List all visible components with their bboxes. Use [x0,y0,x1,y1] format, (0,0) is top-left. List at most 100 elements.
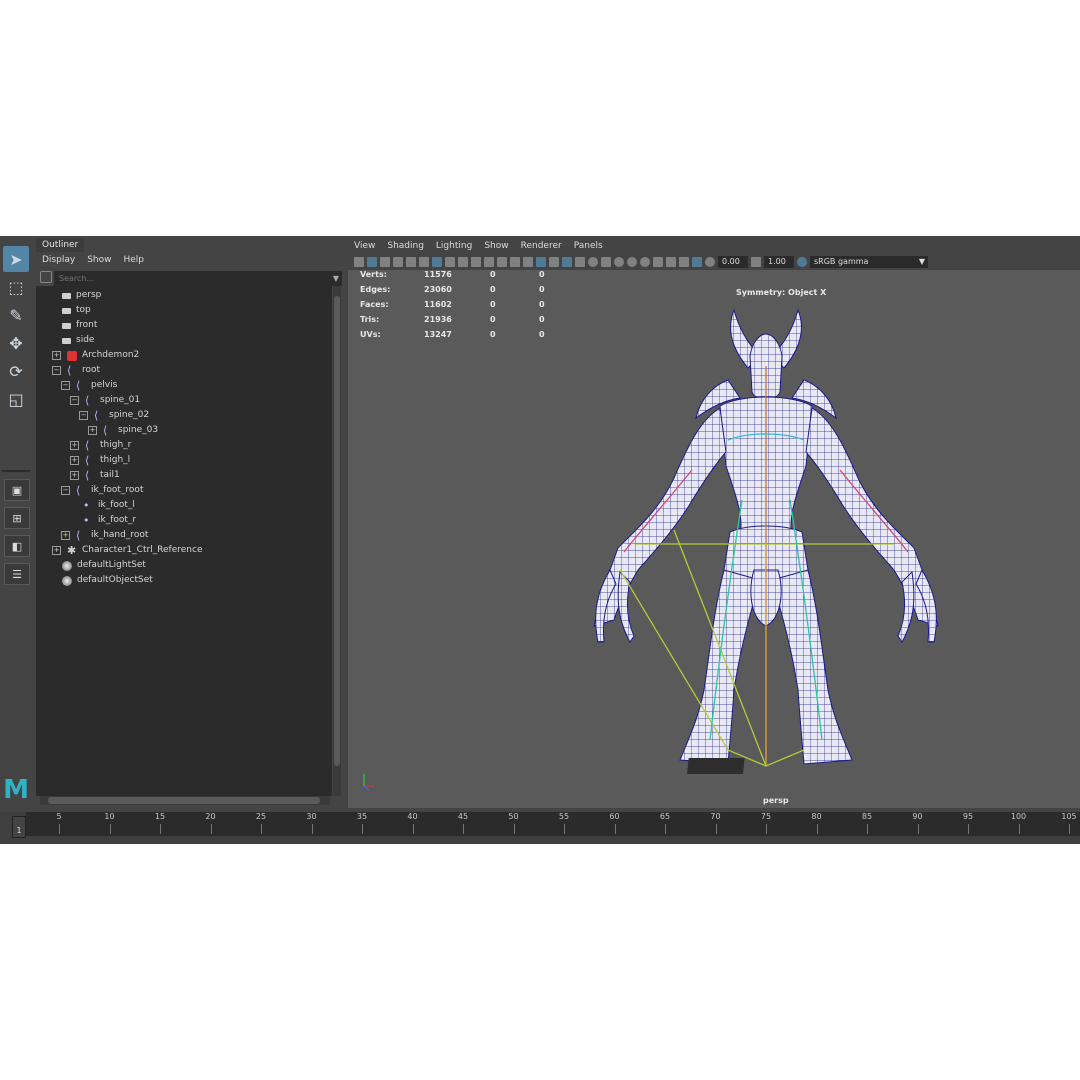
isolate-select-icon[interactable] [653,257,663,267]
field-chart-icon[interactable] [484,257,494,267]
timeline-tick-label: 60 [609,812,620,821]
default-material-icon[interactable] [549,257,559,267]
time-slider[interactable]: 5 10 15 20 25 30 35 40 45 50 55 60 65 70 75 80 85 90 95 100… [0,812,1080,844]
resolution-gate-icon[interactable] [458,257,468,267]
outliner-menu-display[interactable]: Display [42,252,75,268]
rotate-tool-icon[interactable]: ⟳ [3,358,29,384]
viewport-menu-shading[interactable]: Shading [387,240,424,253]
smooth-shade-icon[interactable] [536,257,546,267]
shadows-icon[interactable] [601,257,611,267]
viewport-menu-show[interactable]: Show [484,240,508,253]
grid-icon[interactable] [432,257,442,267]
gamma-field[interactable]: 1.00 [764,256,794,268]
scale-tool-icon[interactable]: ◱ [3,386,29,412]
two-view-layout-icon[interactable]: ◧ [4,535,30,557]
outliner-item-front[interactable]: front [62,318,97,333]
grease-pencil-icon[interactable] [419,257,429,267]
outliner-item-default-light-set[interactable]: defaultLightSet [62,558,146,573]
outliner-menu-help[interactable]: Help [123,252,144,268]
expand-icon[interactable]: + [70,471,79,480]
search-dropdown-icon[interactable]: ▼ [333,274,339,283]
outliner-item-ik-foot-root[interactable]: − ⟨ ik_foot_root [61,483,143,498]
expand-icon[interactable]: + [52,546,61,555]
collapse-icon[interactable]: − [79,411,88,420]
outliner-item-spine-03[interactable]: + ⟨ spine_03 [88,423,158,438]
outliner-item-side[interactable]: side [62,333,94,348]
move-tool-icon[interactable]: ✥ [3,330,29,356]
outliner-item-ik-foot-r[interactable]: • ik_foot_r [83,513,136,528]
motion-blur-icon[interactable] [627,257,637,267]
3d-viewport[interactable]: Verts: 11576 0 0 Edges: 23060 0 0 Faces:… [348,270,1080,808]
expand-icon[interactable]: + [70,441,79,450]
exposure-field[interactable]: 0.00 [718,256,748,268]
textured-icon[interactable] [575,257,585,267]
four-view-layout-icon[interactable]: ⊞ [4,507,30,529]
timeline-track[interactable]: 5 10 15 20 25 30 35 40 45 50 55 60 65 70 75 80 85 90 95 100… [26,812,1080,836]
outliner-item-thigh-r[interactable]: + ⟨ thigh_r [70,438,131,453]
image-plane-icon[interactable] [393,257,403,267]
expand-icon[interactable]: + [88,426,97,435]
collapse-icon[interactable]: − [70,396,79,405]
xray-components-icon[interactable] [692,257,702,267]
wireframe-icon[interactable] [523,257,533,267]
viewport-menu-lighting[interactable]: Lighting [436,240,472,253]
safe-action-icon[interactable] [497,257,507,267]
outliner-item-archdemon2[interactable]: + Archdemon2 [52,348,139,363]
timeline-tick-label: 35 [356,812,368,821]
xray-joints-icon[interactable] [679,257,689,267]
outliner-item-spine-02[interactable]: − ⟨ spine_02 [79,408,149,423]
joint-icon: ⟨ [85,453,90,467]
outliner-item-pelvis[interactable]: − ⟨ pelvis [61,378,117,393]
collapse-icon[interactable]: − [52,366,61,375]
outliner-item-tail1[interactable]: + ⟨ tail1 [70,468,120,483]
scrollbar-thumb[interactable] [334,296,340,766]
ambient-occlusion-icon[interactable] [614,257,624,267]
expand-icon[interactable]: + [52,351,61,360]
wireframe-on-shaded-icon[interactable] [562,257,572,267]
use-all-lights-icon[interactable] [588,257,598,267]
current-frame-marker[interactable]: 1 [12,816,26,838]
viewport-menu-panels[interactable]: Panels [574,240,603,253]
outliner-item-thigh-l[interactable]: + ⟨ thigh_l [70,453,130,468]
collapse-icon[interactable]: − [61,381,70,390]
outliner-tab[interactable]: Outliner [36,238,85,252]
outliner-item-ik-foot-l[interactable]: • ik_foot_l [83,498,135,513]
outliner-item-persp[interactable]: persp [62,288,101,303]
color-management-icon[interactable] [797,257,807,267]
expand-icon[interactable]: + [70,456,79,465]
viewport-menu-view[interactable]: View [354,240,375,253]
search-input[interactable] [55,272,329,285]
gamma-icon[interactable] [751,257,761,267]
safe-title-icon[interactable] [510,257,520,267]
outliner-item-ik-hand-root[interactable]: + ⟨ ik_hand_root [61,528,148,543]
color-space-value: sRGB gamma [814,257,869,266]
2d-pan-zoom-icon[interactable] [406,257,416,267]
gate-mask-icon[interactable] [471,257,481,267]
outliner-menu-show[interactable]: Show [87,252,111,268]
character-model[interactable] [348,270,1080,808]
expand-icon[interactable]: + [61,531,70,540]
paint-select-tool-icon[interactable]: ✎ [3,302,29,328]
outliner-item-character1-ctrl-reference[interactable]: + ✱ Character1_Ctrl_Reference [52,543,203,558]
film-gate-icon[interactable] [445,257,455,267]
xray-icon[interactable] [666,257,676,267]
camera-attributes-icon[interactable] [367,257,377,267]
outliner-layout-icon[interactable]: ☰ [4,563,30,585]
outliner-horizontal-scrollbar[interactable] [40,796,330,805]
outliner-vertical-scrollbar[interactable] [333,286,341,796]
anti-aliasing-icon[interactable] [640,257,650,267]
outliner-item-root[interactable]: − ⟨ root [52,363,100,378]
outliner-item-spine-01[interactable]: − ⟨ spine_01 [70,393,140,408]
color-space-dropdown[interactable]: sRGB gamma ▼ [810,256,928,268]
exposure-icon[interactable] [705,257,715,267]
select-camera-icon[interactable] [354,257,364,267]
bookmarks-icon[interactable] [380,257,390,267]
viewport-menu-renderer[interactable]: Renderer [521,240,562,253]
scrollbar-thumb[interactable] [48,797,320,804]
outliner-item-default-object-set[interactable]: defaultObjectSet [62,573,153,588]
outliner-item-top[interactable]: top [62,303,91,318]
select-tool-icon[interactable]: ➤ [3,246,29,272]
single-view-layout-icon[interactable]: ▣ [4,479,30,501]
lasso-tool-icon[interactable]: ⬚ [3,274,29,300]
collapse-icon[interactable]: − [61,486,70,495]
